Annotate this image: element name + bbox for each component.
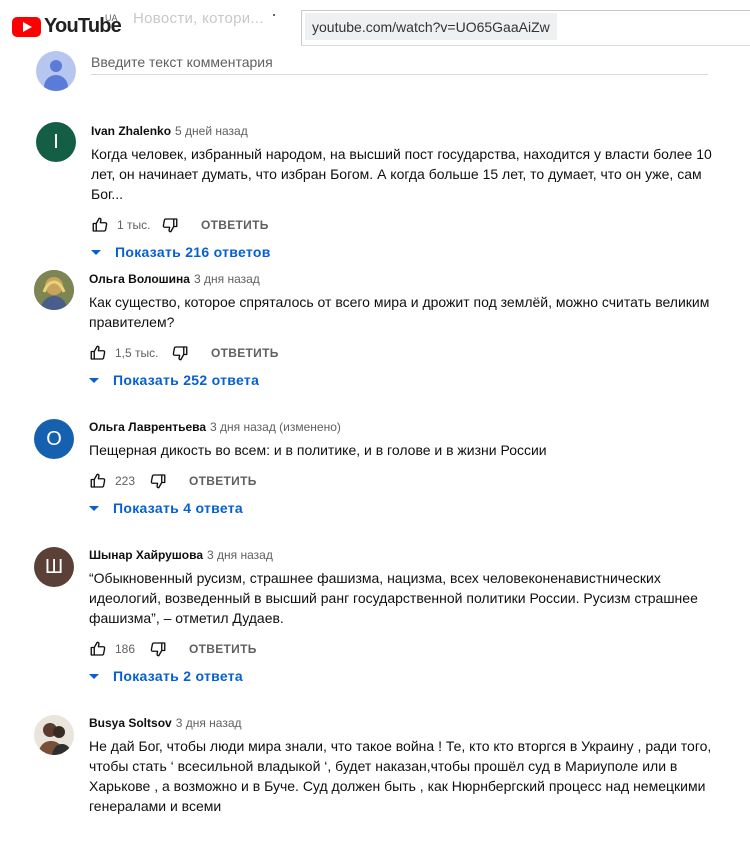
youtube-play-icon (12, 16, 41, 37)
timestamp[interactable]: 3 дня назад (207, 548, 273, 562)
avatar[interactable] (34, 715, 74, 755)
browser-header: YouTube UA Новости, котори... youtube.co… (0, 0, 750, 46)
comment-actions: 186 ОТВЕТИТЬ (89, 639, 257, 659)
comment-actions: 1 тыс. ОТВЕТИТЬ (91, 215, 269, 235)
comment-text: Когда человек, избранный народом, на выс… (91, 146, 712, 202)
author-name[interactable]: Ольга Волошина (89, 272, 190, 286)
thumbs-down-icon[interactable] (171, 344, 189, 362)
replies-label: Показать 216 ответов (115, 244, 271, 260)
like-count: 1 тыс. (117, 218, 151, 232)
avatar-letter: О (46, 427, 62, 450)
avatar-letter: Ш (44, 555, 64, 578)
replies-label: Показать 4 ответа (113, 500, 243, 516)
comment-text: Не дай Бог, чтобы люди мира знали, что т… (89, 738, 712, 814)
comment-thread: Ш Шынар Хайрушова 3 дня назад “Обыкновенн… (0, 542, 750, 692)
show-replies-button[interactable]: Показать 252 ответа (89, 372, 259, 388)
avatar-letter: I (53, 130, 59, 153)
add-comment-box (0, 46, 750, 106)
chevron-down-icon (89, 505, 99, 511)
comment-actions: 1,5 тыс. ОТВЕТИТЬ (89, 343, 279, 363)
page-title-faded: Новости, котори... (133, 10, 264, 27)
author-name[interactable]: Ольга Лаврентьева (89, 420, 206, 434)
reply-button[interactable]: ОТВЕТИТЬ (201, 218, 269, 232)
comment-thread: О Ольга Лаврентьева 3 дня назад (изменено… (0, 414, 750, 524)
reply-button[interactable]: ОТВЕТИТЬ (189, 642, 257, 656)
thumbs-up-icon[interactable] (89, 472, 107, 490)
show-replies-button[interactable]: Показать 2 ответа (89, 668, 243, 684)
comment-header: Ольга Волошина 3 дня назад (89, 272, 260, 286)
thumbs-up-icon[interactable] (89, 640, 107, 658)
comment-thread: I Ivan Zhalenko 5 дней назад Когда челове… (0, 118, 750, 268)
chevron-down-icon (91, 249, 101, 255)
author-name[interactable]: Шынар Хайрушова (89, 548, 203, 562)
replies-label: Показать 2 ответа (113, 668, 243, 684)
like-count: 223 (115, 474, 136, 488)
comment-text: Пещерная дикость во всем: и в политике, … (89, 442, 547, 458)
timestamp[interactable]: 3 дня назад (176, 716, 242, 730)
region-code: UA (105, 13, 118, 23)
comment-header: Ivan Zhalenko 5 дней назад (91, 124, 248, 138)
chevron-down-icon (89, 673, 99, 679)
comment-text: “Обыкновенный русизм, страшнее фашизма, … (89, 570, 698, 626)
comment-input[interactable] (91, 50, 708, 75)
comment-header: Ольга Лаврентьева 3 дня назад (изменено) (89, 420, 341, 434)
reply-button[interactable]: ОТВЕТИТЬ (189, 474, 257, 488)
thumbs-down-icon[interactable] (149, 472, 167, 490)
timestamp[interactable]: 3 дня назад (изменено) (210, 420, 341, 434)
reply-button[interactable]: ОТВЕТИТЬ (211, 346, 279, 360)
avatar[interactable]: I (36, 122, 76, 162)
avatar[interactable] (34, 270, 74, 310)
thumbs-down-icon[interactable] (161, 216, 179, 234)
thumbs-up-icon[interactable] (91, 216, 109, 234)
comment-thread: Busya Soltsov 3 дня назад Не дай Бог, что… (0, 710, 750, 820)
thumbs-up-icon[interactable] (89, 344, 107, 362)
timestamp[interactable]: 5 дней назад (175, 124, 248, 138)
user-avatar-icon (36, 51, 76, 91)
avatar-photo (34, 715, 74, 755)
show-replies-button[interactable]: Показать 4 ответа (89, 500, 243, 516)
avatar-photo (34, 270, 74, 310)
author-name[interactable]: Ivan Zhalenko (91, 124, 171, 138)
chevron-down-icon (89, 377, 99, 383)
like-count: 1,5 тыс. (115, 346, 159, 360)
comment-header: Шынар Хайрушова 3 дня назад (89, 548, 273, 562)
url-text[interactable]: youtube.com/watch?v=UO65GaaAiZw (305, 13, 557, 40)
thumbs-down-icon[interactable] (149, 640, 167, 658)
comment-header: Busya Soltsov 3 дня назад (89, 716, 242, 730)
comment-thread: Ольга Волошина 3 дня назад Как существо, … (0, 266, 750, 396)
comment-text: Как существо, которое спряталось от всег… (89, 294, 710, 330)
separator-dot (273, 14, 275, 16)
timestamp[interactable]: 3 дня назад (194, 272, 260, 286)
like-count: 186 (115, 642, 136, 656)
author-name[interactable]: Busya Soltsov (89, 716, 172, 730)
avatar[interactable]: Ш (34, 547, 74, 587)
show-replies-button[interactable]: Показать 216 ответов (91, 244, 271, 260)
avatar[interactable]: О (34, 419, 74, 459)
comment-actions: 223 ОТВЕТИТЬ (89, 471, 257, 491)
replies-label: Показать 252 ответа (113, 372, 260, 388)
